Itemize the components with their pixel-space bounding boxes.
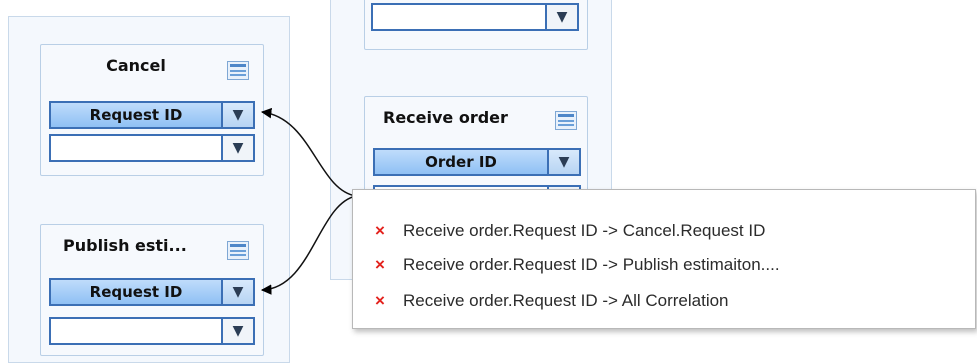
publish-card: Publish esti... Request ID ▼ ▼: [40, 224, 264, 356]
menu-item-cancel-correlation[interactable]: × Receive order.Request ID -> Cancel.Req…: [353, 214, 975, 248]
dropdown-arrow-icon[interactable]: ▼: [545, 5, 577, 29]
delete-icon: ×: [375, 291, 385, 310]
order-id-field[interactable]: Order ID ▼: [373, 148, 581, 176]
menu-item-label: Receive order.Request ID -> Cancel.Reque…: [403, 221, 766, 240]
dropdown-arrow-icon[interactable]: ▼: [221, 103, 253, 127]
request-id-field[interactable]: Request ID ▼: [49, 278, 255, 306]
dropdown-arrow-icon[interactable]: ▼: [221, 136, 253, 160]
field-value: [51, 319, 221, 343]
table-icon[interactable]: [227, 241, 249, 260]
field-value: [373, 5, 545, 29]
dropdown-arrow-icon[interactable]: ▼: [221, 319, 253, 343]
cancel-card: Cancel Request ID ▼ ▼: [40, 44, 264, 176]
delete-icon: ×: [375, 221, 385, 240]
menu-item-all-correlation[interactable]: × Receive order.Request ID -> All Correl…: [353, 284, 975, 318]
context-menu: × Receive order.Request ID -> Cancel.Req…: [352, 189, 976, 329]
table-icon[interactable]: [555, 111, 577, 130]
top-card: ▼: [364, 0, 588, 50]
delete-icon: ×: [375, 255, 385, 274]
table-icon[interactable]: [227, 61, 249, 80]
menu-item-label: Receive order.Request ID -> Publish esti…: [403, 255, 780, 274]
menu-item-label: Receive order.Request ID -> All Correlat…: [403, 291, 729, 310]
card-title: Cancel: [106, 55, 166, 75]
top-card-field[interactable]: ▼: [371, 3, 579, 31]
dropdown-arrow-icon[interactable]: ▼: [547, 150, 579, 174]
card-title: Receive order: [383, 107, 508, 127]
dropdown-arrow-icon[interactable]: ▼: [221, 280, 253, 304]
field-value: Request ID: [89, 283, 183, 301]
menu-item-publish-correlation[interactable]: × Receive order.Request ID -> Publish es…: [353, 248, 975, 282]
request-id-field[interactable]: Request ID ▼: [49, 101, 255, 129]
empty-field[interactable]: ▼: [49, 134, 255, 162]
field-value: Order ID: [425, 153, 497, 171]
field-value: Request ID: [89, 106, 183, 124]
card-title: Publish esti...: [63, 235, 187, 255]
empty-field[interactable]: ▼: [49, 317, 255, 345]
field-value: [51, 136, 221, 160]
